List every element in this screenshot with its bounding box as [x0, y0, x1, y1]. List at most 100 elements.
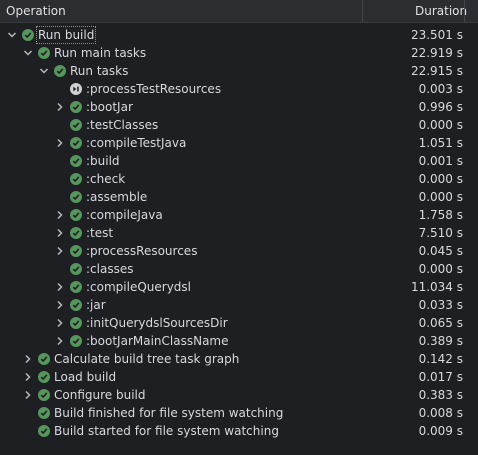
chevron-right-icon[interactable] [54, 296, 66, 314]
success-status-icon [70, 191, 82, 203]
duration-value: 0.008 s [418, 406, 463, 420]
chevron-right-icon[interactable] [54, 134, 66, 152]
operation-label: Run build [36, 26, 97, 44]
duration-value: 1.051 s [418, 136, 463, 150]
success-status-icon [54, 65, 66, 77]
success-status-icon [70, 281, 82, 293]
duration-value: 22.919 s [410, 46, 463, 60]
operation-label: :check [86, 172, 126, 186]
tree-row[interactable]: :compileQuerydsl 11.034 s [0, 278, 478, 296]
tree-row[interactable]: Build finished for file system watching 0… [0, 404, 478, 422]
tree-row[interactable]: Run build 23.501 s [0, 26, 478, 44]
duration-value: 0.009 s [418, 424, 463, 438]
duration-column-header[interactable]: Duration [362, 0, 467, 22]
tree-row[interactable]: :bootJarMainClassName 0.389 s [0, 332, 478, 350]
tree-row[interactable]: :classes 0.000 s [0, 260, 478, 278]
chevron-right-icon[interactable] [54, 206, 66, 224]
operation-label: :compileJava [86, 208, 163, 222]
duration-value: 0.017 s [418, 370, 463, 384]
operation-label: Configure build [54, 388, 146, 402]
chevron-right-icon[interactable] [22, 386, 34, 404]
operation-label: :bootJar [86, 100, 133, 114]
tree-row[interactable]: Build started for file system watching 0.… [0, 422, 478, 440]
chevron-down-icon[interactable] [6, 26, 18, 44]
success-status-icon [70, 227, 82, 239]
tree-row[interactable]: Calculate build tree task graph 0.142 s [0, 350, 478, 368]
success-status-icon [70, 263, 82, 275]
tree-row[interactable]: :check 0.000 s [0, 170, 478, 188]
duration-value: 0.000 s [418, 118, 463, 132]
success-status-icon [38, 47, 50, 59]
operation-label: Run tasks [70, 64, 129, 78]
duration-value: 0.001 s [418, 154, 463, 168]
operation-label: Build started for file system watching [54, 424, 279, 438]
success-status-icon [70, 299, 82, 311]
chevron-right-icon[interactable] [22, 350, 34, 368]
duration-value: 22.915 s [410, 64, 463, 78]
success-status-icon [70, 245, 82, 257]
success-status-icon [70, 173, 82, 185]
tree-row[interactable]: :compileJava 1.758 s [0, 206, 478, 224]
tree-row[interactable]: :bootJar 0.996 s [0, 98, 478, 116]
duration-value: 0.996 s [418, 100, 463, 114]
tree-row[interactable]: :testClasses 0.000 s [0, 116, 478, 134]
success-status-icon [70, 209, 82, 221]
tree-row[interactable]: :test 7.510 s [0, 224, 478, 242]
operation-label: :processResources [86, 244, 198, 258]
success-status-icon [70, 101, 82, 113]
chevron-right-icon[interactable] [54, 314, 66, 332]
success-status-icon [38, 353, 50, 365]
tree-row[interactable]: :jar 0.033 s [0, 296, 478, 314]
duration-value: 0.045 s [418, 244, 463, 258]
tree-row[interactable]: :assemble 0.000 s [0, 188, 478, 206]
operation-label: Build finished for file system watching [54, 406, 284, 420]
operation-label: :compileQuerydsl [86, 280, 192, 294]
operation-column-header[interactable]: Operation [0, 0, 362, 22]
chevron-right-icon[interactable] [54, 98, 66, 116]
chevron-down-icon[interactable] [38, 62, 50, 80]
duration-value: 23.501 s [410, 28, 463, 42]
success-status-icon [70, 119, 82, 131]
chevron-right-icon[interactable] [22, 368, 34, 386]
success-status-icon [38, 371, 50, 383]
operation-label: :build [86, 154, 120, 168]
tree-row[interactable]: Run tasks 22.915 s [0, 62, 478, 80]
chevron-down-icon[interactable] [22, 44, 34, 62]
tree-row[interactable]: :compileTestJava 1.051 s [0, 134, 478, 152]
duration-value: 0.000 s [418, 172, 463, 186]
tree-row[interactable]: :processResources 0.045 s [0, 242, 478, 260]
tree-row[interactable]: Load build 0.017 s [0, 368, 478, 386]
success-status-icon [38, 425, 50, 437]
operation-label: :jar [86, 298, 106, 312]
operation-label: :assemble [86, 190, 148, 204]
operation-label: :compileTestJava [86, 136, 187, 150]
tree-row[interactable]: Configure build 0.383 s [0, 386, 478, 404]
duration-value: 1.758 s [418, 208, 463, 222]
operation-label: :bootJarMainClassName [86, 334, 229, 348]
duration-value: 0.142 s [418, 352, 463, 366]
build-tree: Run build 23.501 s Run main tasks 22.919 sR… [0, 23, 478, 440]
tree-row[interactable]: :build 0.001 s [0, 152, 478, 170]
success-status-icon [70, 335, 82, 347]
duration-value: 7.510 s [418, 226, 463, 240]
tree-row[interactable]: :processTestResources 0.003 s [0, 80, 478, 98]
tree-row[interactable]: :initQuerydslSourcesDir 0.065 s [0, 314, 478, 332]
chevron-right-icon[interactable] [54, 278, 66, 296]
tree-row[interactable]: Run main tasks 22.919 s [0, 44, 478, 62]
column-divider[interactable] [464, 0, 465, 22]
column-header: Operation Duration [0, 0, 478, 23]
operation-label: Load build [54, 370, 117, 384]
duration-value: 0.065 s [418, 316, 463, 330]
chevron-right-icon[interactable] [54, 242, 66, 260]
success-status-icon [22, 29, 34, 41]
chevron-right-icon[interactable] [54, 332, 66, 350]
success-status-icon [38, 389, 50, 401]
operation-label: :testClasses [86, 118, 159, 132]
operation-label: :processTestResources [86, 82, 222, 96]
duration-value: 0.000 s [418, 262, 463, 276]
operation-label: :classes [86, 262, 134, 276]
chevron-right-icon[interactable] [54, 224, 66, 242]
success-status-icon [70, 137, 82, 149]
operation-label: :test [86, 226, 114, 240]
success-status-icon [70, 317, 82, 329]
